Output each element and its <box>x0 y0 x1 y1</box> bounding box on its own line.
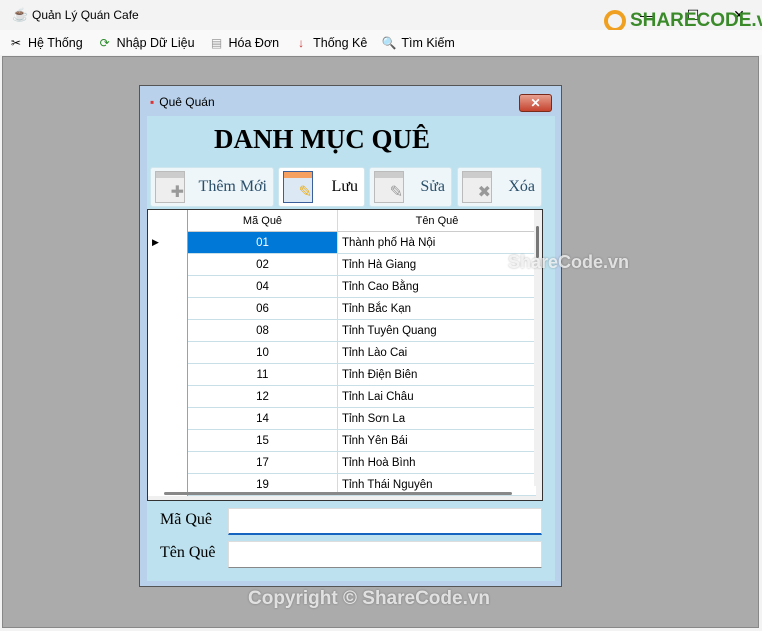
table-row[interactable]: 11 Tỉnh Điện Biên <box>148 364 536 386</box>
menu-label: Hóa Đơn <box>228 35 280 50</box>
cell-ma-que[interactable]: 04 <box>188 276 338 298</box>
add-label: Thêm Mới <box>198 178 267 195</box>
page-title: DANH MỤC QUÊ <box>214 124 430 154</box>
cell-ten-que[interactable]: Tỉnh Hoà Bình <box>338 452 536 474</box>
cell-ten-que[interactable]: Tỉnh Điện Biên <box>338 364 536 386</box>
menu-bar: ✂ Hệ Thống ⟳ Nhập Dữ Liệu ▤ Hóa Đơn ↓ Thống … <box>0 30 762 55</box>
row-header[interactable] <box>148 254 188 276</box>
menu-label: Hệ Thống <box>28 35 83 50</box>
floppy-disk-icon: ✎ <box>283 171 313 203</box>
cell-ma-que[interactable]: 08 <box>188 320 338 342</box>
table-row[interactable]: 15 Tỉnh Yên Bái <box>148 430 536 452</box>
menu-label: Tìm Kiếm <box>401 35 455 50</box>
dialog-close-button[interactable]: ✕ <box>519 94 552 112</box>
table-row[interactable]: 17 Tỉnh Hoà Bình <box>148 452 536 474</box>
cell-ten-que[interactable]: Tỉnh Yên Bái <box>338 430 536 452</box>
grid-header: Mã Quê Tên Quê <box>148 210 536 232</box>
cell-ten-que[interactable]: Tỉnh Bắc Kạn <box>338 298 536 320</box>
cell-ma-que[interactable]: 02 <box>188 254 338 276</box>
row-header[interactable] <box>148 320 188 342</box>
cell-ma-que[interactable]: 11 <box>188 364 338 386</box>
cell-ten-que[interactable]: Tỉnh Lai Châu <box>338 386 536 408</box>
row-header[interactable] <box>148 408 188 430</box>
table-row[interactable]: ▶ 01 Thành phố Hà Nội <box>148 232 536 254</box>
watermark-footer: Copyright © ShareCode.vn <box>248 588 491 609</box>
sort-az-icon: ↓ <box>298 35 305 50</box>
ma-que-input[interactable] <box>228 508 542 535</box>
cell-ma-que[interactable]: 15 <box>188 430 338 452</box>
table-row[interactable]: 10 Tỉnh Lào Cai <box>148 342 536 364</box>
add-button[interactable]: ✚ Thêm Mới <box>150 167 274 207</box>
table-row[interactable]: 14 Tỉnh Sơn La <box>148 408 536 430</box>
save-label: Lưu <box>331 178 358 195</box>
cell-ten-que[interactable]: Tỉnh Hà Giang <box>338 254 536 276</box>
cell-ten-que[interactable]: Tỉnh Tuyên Quang <box>338 320 536 342</box>
menu-thong-ke[interactable]: ↓ Thống Kê <box>293 36 367 50</box>
row-header[interactable]: ▶ <box>148 232 188 254</box>
row-header[interactable] <box>148 298 188 320</box>
ma-que-label: Mã Quê <box>160 511 212 528</box>
menu-hoa-don[interactable]: ▤ Hóa Đơn <box>209 35 280 50</box>
cell-ma-que[interactable]: 14 <box>188 408 338 430</box>
horizontal-scrollbar[interactable] <box>164 492 512 495</box>
menu-nhap-du-lieu[interactable]: ⟳ Nhập Dữ Liệu <box>97 36 195 50</box>
ten-que-input[interactable] <box>228 541 542 568</box>
edit-label: Sửa <box>420 178 445 195</box>
que-quan-dialog: ▪ Quê Quán ✕ DANH MỤC QUÊ ✚ Thêm Mới ✎ Lưu … <box>139 85 562 587</box>
cell-ten-que[interactable]: Tỉnh Sơn La <box>338 408 536 430</box>
cell-ma-que[interactable]: 01 <box>188 232 338 254</box>
edit-button[interactable]: ✎ Sửa <box>369 167 452 207</box>
cell-ma-que[interactable]: 17 <box>188 452 338 474</box>
delete-icon: ✖ <box>462 171 492 203</box>
cell-ten-que[interactable]: Thành phố Hà Nội <box>338 232 536 254</box>
row-header[interactable] <box>148 386 188 408</box>
cell-ma-que[interactable]: 12 <box>188 386 338 408</box>
table-row[interactable]: 04 Tỉnh Cao Bằng <box>148 276 536 298</box>
refresh-icon: ⟳ <box>99 35 110 50</box>
menu-he-thong[interactable]: ✂ Hệ Thống <box>8 36 83 50</box>
menu-label: Nhập Dữ Liệu <box>116 35 195 50</box>
invoice-icon: ▤ <box>210 35 223 50</box>
dialog-title: Quê Quán <box>159 95 215 109</box>
tools-icon: ✂ <box>10 35 22 50</box>
column-header-ma-que[interactable]: Mã Quê <box>188 210 338 232</box>
table-row[interactable]: 06 Tỉnh Bắc Kạn <box>148 298 536 320</box>
delete-button[interactable]: ✖ Xóa <box>457 167 542 207</box>
table-row[interactable]: 08 Tỉnh Tuyên Quang <box>148 320 536 342</box>
delete-label: Xóa <box>508 178 535 195</box>
sharecode-logo: SHARECODE.vn <box>604 10 762 32</box>
add-icon: ✚ <box>155 171 185 203</box>
menu-label: Thống Kê <box>313 35 368 50</box>
save-button[interactable]: ✎ Lưu <box>278 167 365 207</box>
current-row-arrow-icon: ▶ <box>152 237 159 247</box>
coffee-cup-icon: ☕ <box>12 7 29 22</box>
row-header[interactable] <box>148 276 188 298</box>
que-data-grid[interactable]: Mã Quê Tên Quê ▶ 01 Thành phố Hà Nội 02 Tỉnh… <box>147 209 543 501</box>
cell-ten-que[interactable]: Tỉnh Cao Bằng <box>338 276 536 298</box>
column-header-ten-que[interactable]: Tên Quê <box>338 210 536 232</box>
row-header[interactable] <box>148 430 188 452</box>
cell-ma-que[interactable]: 06 <box>188 298 338 320</box>
watermark-center: ShareCode.vn <box>508 252 630 272</box>
menu-tim-kiem[interactable]: 🔍 Tìm Kiếm <box>381 35 455 50</box>
app-title: Quản Lý Quán Cafe <box>32 8 139 22</box>
row-header[interactable] <box>148 452 188 474</box>
cell-ma-que[interactable]: 10 <box>188 342 338 364</box>
table-row[interactable]: 12 Tỉnh Lai Châu <box>148 386 536 408</box>
row-header[interactable] <box>148 364 188 386</box>
form-icon: ▪ <box>150 95 155 109</box>
search-icon: 🔍 <box>381 35 397 50</box>
row-header[interactable] <box>148 342 188 364</box>
table-row[interactable]: 02 Tỉnh Hà Giang <box>148 254 536 276</box>
ten-que-label: Tên Quê <box>160 544 216 561</box>
edit-icon: ✎ <box>374 171 404 203</box>
cell-ten-que[interactable]: Tỉnh Lào Cai <box>338 342 536 364</box>
